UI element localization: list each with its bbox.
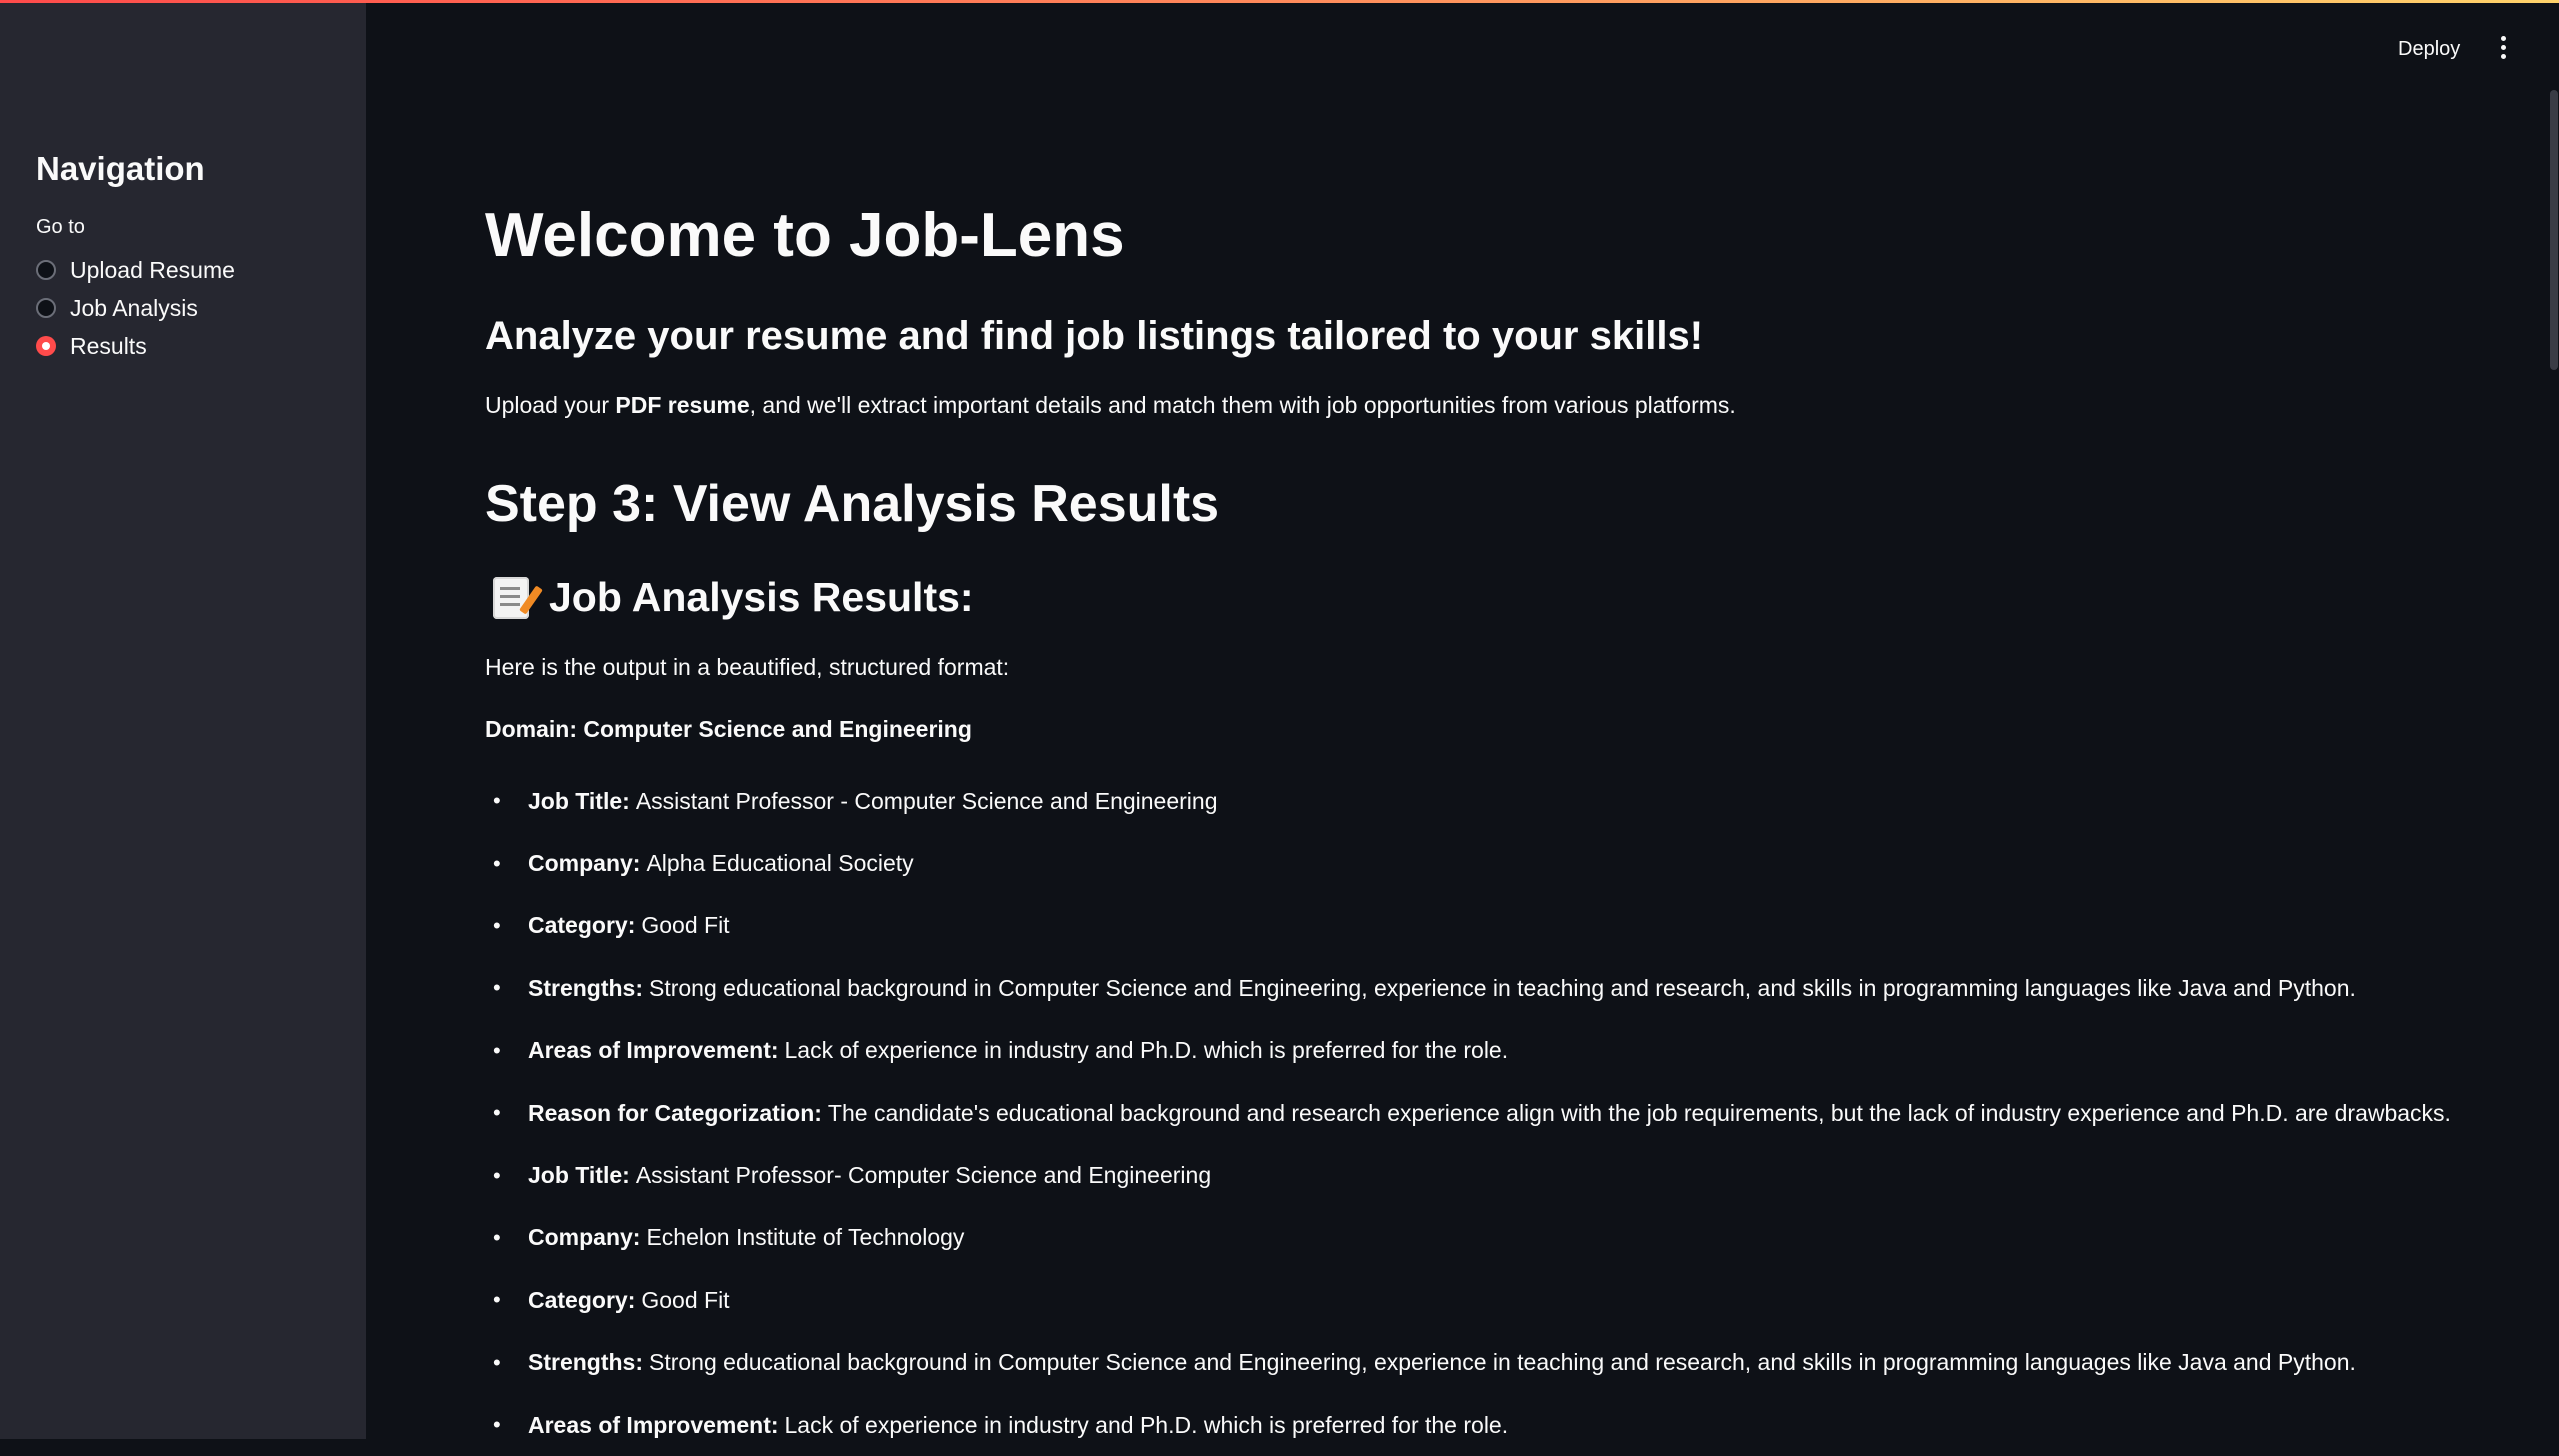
item-value: Lack of experience in industry and Ph.D.… [784,1411,1509,1438]
list-item: • Job Title: Assistant Professor - Compute… [485,770,2451,832]
item-value: The candidate's educational background a… [827,1099,2451,1126]
bullet-icon: • [493,975,501,1001]
list-item: • Category: Good Fit [485,1269,2451,1331]
radio-option-upload-resume[interactable]: Upload Resume [36,251,366,289]
radio-option-label: Results [70,332,147,359]
intro-text-bold: PDF resume [615,392,750,418]
item-value: Strong educational background in Compute… [649,974,2356,1001]
intro-text-start: Upload your [485,392,616,418]
results-heading: Job Analysis Results: [493,574,974,621]
item-value: Strong educational background in Compute… [649,1349,2356,1376]
results-heading-text: Job Analysis Results: [549,574,974,620]
bullet-icon: • [493,1287,501,1313]
radio-unchecked-icon [36,298,56,318]
results-list: • Job Title: Assistant Professor - Compute… [485,770,2451,1456]
bullet-icon: • [493,1412,501,1438]
list-item: • Category: Good Fit [485,895,2451,957]
page-subtitle: Analyze your resume and find job listing… [485,314,1704,358]
item-key: Strengths: [528,974,643,1001]
item-key: Category: [528,912,636,939]
item-key: Areas of Improvement: [528,1037,779,1064]
list-item: • Strengths: Strong educational background… [485,1332,2451,1394]
item-key: Job Title: [528,1162,630,1189]
item-value: Assistant Professor- Computer Science an… [635,1162,1212,1189]
page-title: Welcome to Job-Lens [485,201,1125,270]
bullet-icon: • [493,850,501,876]
intro-text-end: , and we'll extract important details an… [749,392,1736,418]
list-item: • Strengths: Strong educational background… [485,957,2451,1019]
list-item: • Reason for Categorization: The candidate… [485,1082,2451,1144]
item-value: Good Fit [641,1286,730,1313]
list-item: • Areas of Improvement: Lack of experience… [485,1394,2451,1456]
bullet-icon: • [493,1037,501,1063]
bullet-icon: • [493,1349,501,1375]
bullet-icon: • [493,1100,501,1126]
bullet-icon: • [493,1224,501,1250]
scrollbar-thumb[interactable] [2550,90,2558,370]
item-value: Alpha Educational Society [646,850,914,877]
item-value: Lack of experience in industry and Ph.D.… [784,1037,1509,1064]
radio-option-job-analysis[interactable]: Job Analysis [36,289,366,327]
item-key: Job Title: [528,787,630,814]
item-value: Assistant Professor - Computer Science a… [635,787,1218,814]
item-key: Category: [528,1286,636,1313]
item-key: Areas of Improvement: [528,1411,779,1438]
item-value: Echelon Institute of Technology [646,1224,965,1251]
intro-text: Upload your PDF resume, and we'll extrac… [485,392,1736,419]
item-key: Company: [528,850,641,877]
memo-icon [493,576,529,619]
item-key: Reason for Categorization: [528,1099,822,1126]
radio-checked-icon [36,336,56,356]
goto-label: Go to [36,216,85,238]
bullet-icon: • [493,788,501,814]
domain-line: Domain: Computer Science and Engineering [485,716,972,742]
item-key: Strengths: [528,1349,643,1376]
deploy-button[interactable]: Deploy [2398,38,2460,61]
step-heading: Step 3: View Analysis Results [485,475,1220,533]
item-key: Company: [528,1224,641,1251]
sidebar: Navigation Go to Upload Resume Job Analy… [0,0,366,1439]
top-decoration-bar [0,0,2559,3]
bullet-icon: • [493,912,501,938]
radio-option-label: Upload Resume [70,256,235,283]
radio-unchecked-icon [36,260,56,280]
list-item: • Areas of Improvement: Lack of experience… [485,1020,2451,1082]
list-item: • Company: Echelon Institute of Technology [485,1207,2451,1269]
output-intro: Here is the output in a beautified, stru… [485,654,1010,680]
item-value: Good Fit [641,912,730,939]
radio-option-label: Job Analysis [70,294,198,321]
sidebar-title: Navigation [36,150,205,187]
bullet-icon: • [493,1162,501,1188]
navigation-radio-group: Upload Resume Job Analysis Results [36,251,366,365]
kebab-menu-icon[interactable] [2496,36,2510,66]
list-item: • Job Title: Assistant Professor- Computer… [485,1144,2451,1206]
radio-option-results[interactable]: Results [36,327,366,365]
list-item: • Company: Alpha Educational Society [485,832,2451,894]
